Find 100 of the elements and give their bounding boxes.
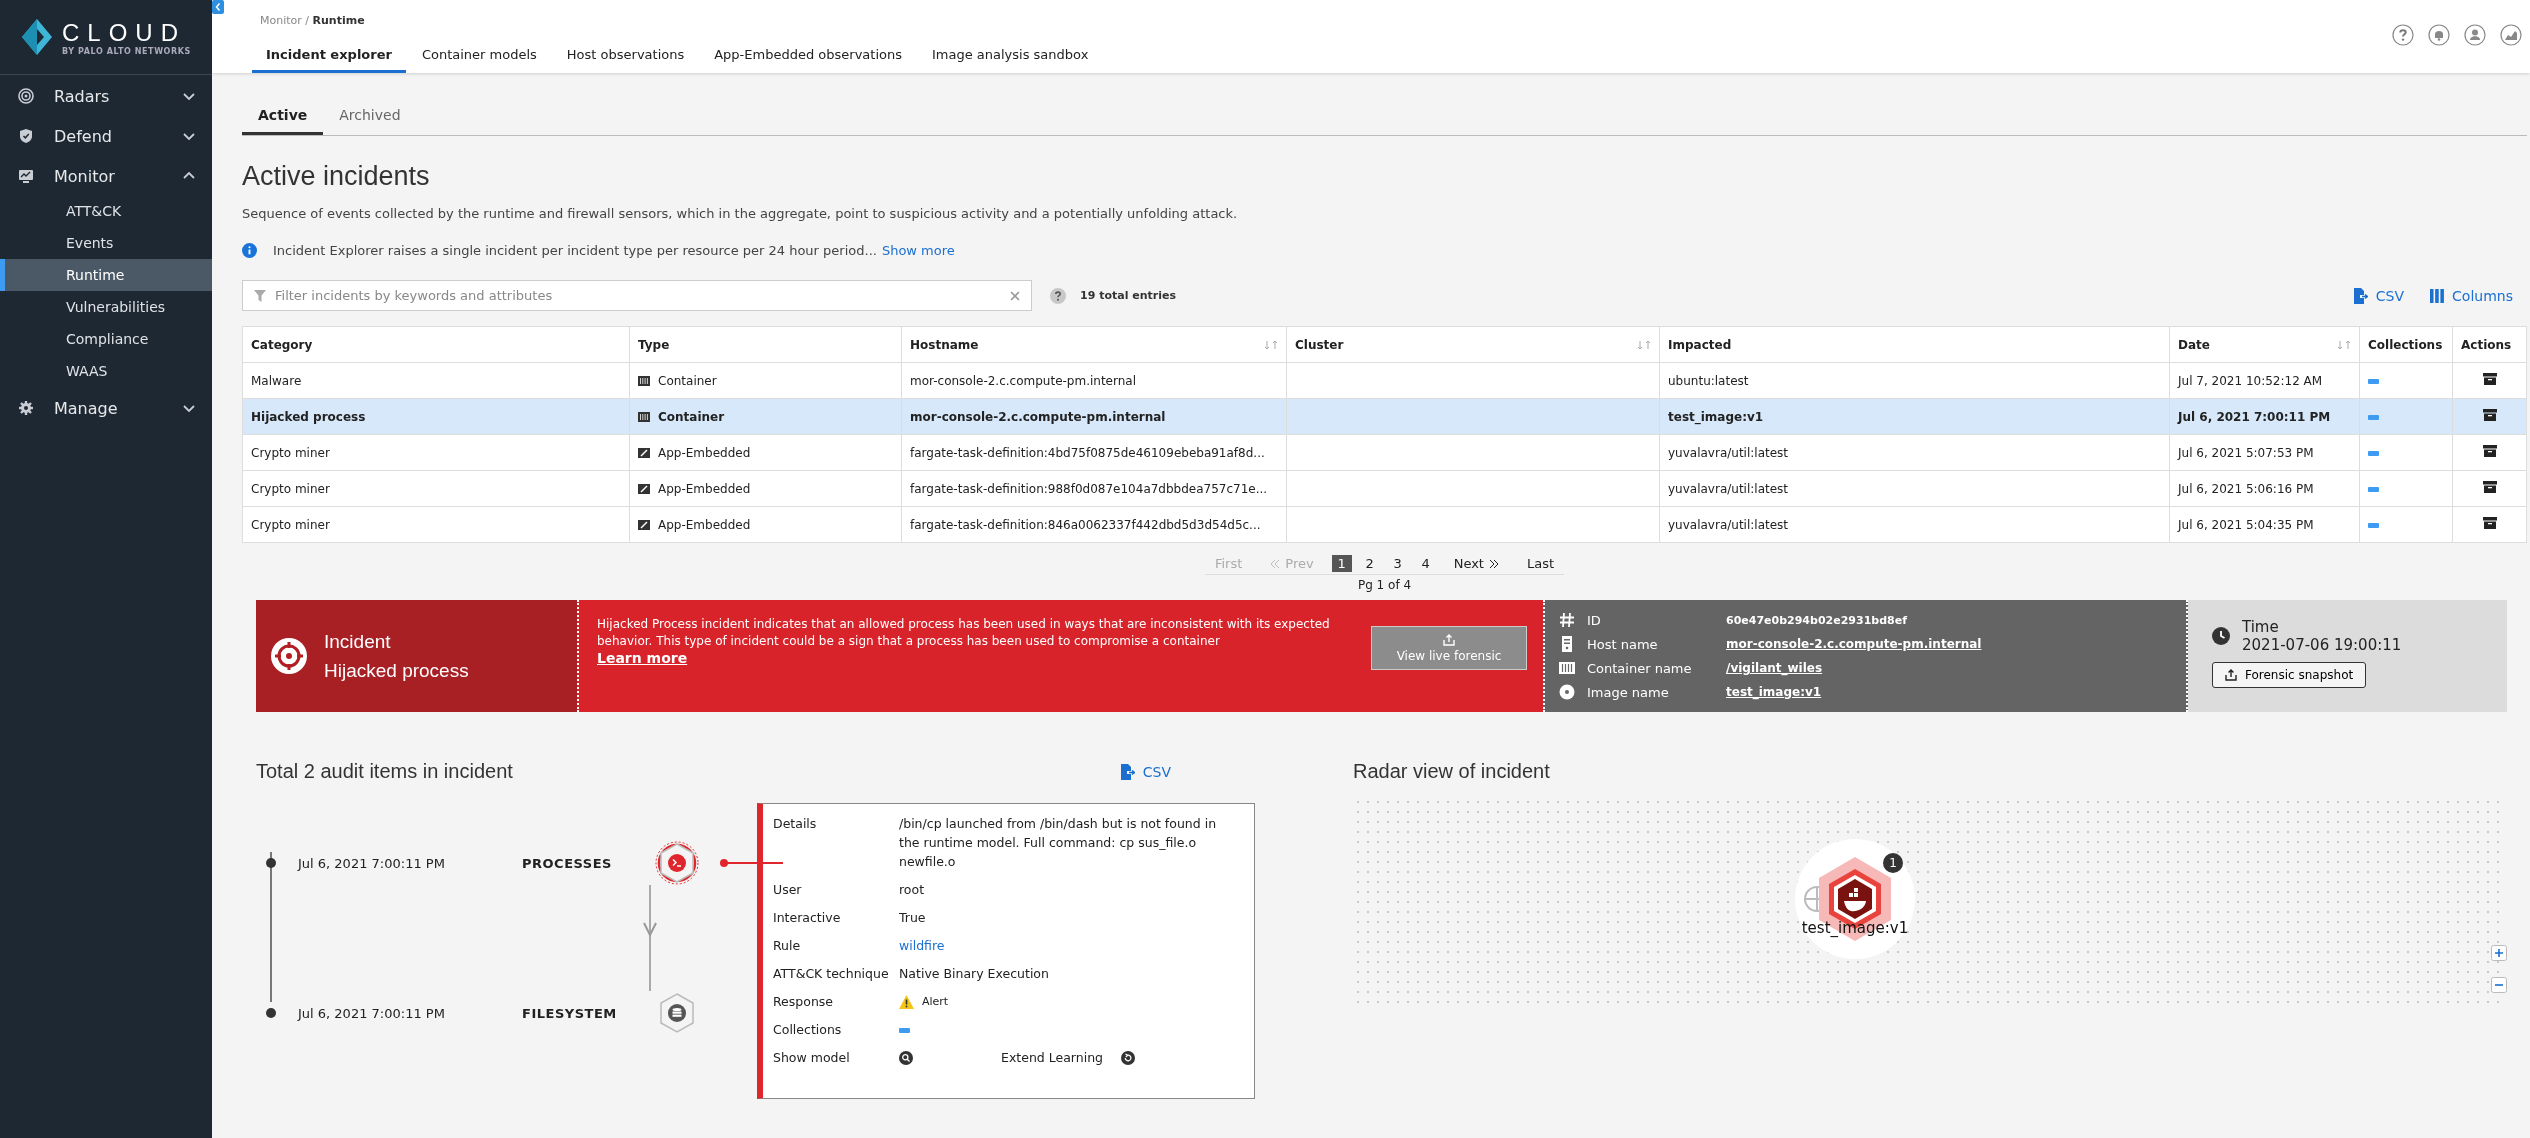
event-time: Jul 6, 2021 7:00:11 PM — [298, 855, 446, 871]
nav-subitem[interactable]: Vulnerabilities — [0, 291, 212, 323]
csv-link[interactable]: CSV — [2353, 287, 2405, 304]
table-cell: Jul 6, 2021 7:00:11 PM — [2169, 398, 2360, 435]
detail-label: Details — [773, 815, 818, 833]
field-value: 60e47e0b294b02e2931bd8ef — [1726, 613, 1907, 627]
column-header: Category — [242, 326, 630, 363]
table-cell: fargate-task-definition:988f0d087e104a7dbbdea757c71e... — [901, 470, 1287, 507]
table-cell: Malware — [242, 362, 630, 399]
page-button[interactable]: 4 — [1415, 555, 1436, 572]
table-cell: Jul 6, 2021 5:07:53 PM — [2169, 434, 2360, 471]
detail-value: /bin/cp launched from /bin/dash but is not found in the runtime model. Full command: cp sus_file.o newfile.o — [899, 816, 1217, 869]
node-label: test_image:v1 — [1800, 919, 1910, 937]
table-row[interactable]: Crypto miner App-Embedded fargate-task-definition:4bd75f0875de46109ebeba91af8d... yuvalavra/util:latest Jul 6, 2021 5:07:53 PM — [242, 434, 2527, 471]
time-value: 2021-07-06 19:00:11 — [2242, 636, 2402, 654]
table-cell: yuvalavra/util:latest — [1659, 434, 2170, 471]
last-button[interactable]: Last — [1516, 556, 1565, 571]
nav-item[interactable]: Monitor — [0, 157, 212, 195]
detail-value: True — [899, 910, 926, 925]
nav-item[interactable]: Radars — [0, 77, 212, 115]
detail-label: Collections — [773, 1021, 843, 1039]
logo-subtitle: BY PALO ALTO NETWORKS — [62, 46, 191, 56]
detail-label: User — [773, 881, 803, 899]
column-header[interactable]: Date — [2169, 326, 2360, 363]
detail-label: Response — [773, 993, 835, 1011]
table-row[interactable]: Crypto miner App-Embedded fargate-task-definition:988f0d087e104a7dbbdea757c71e... yuvalavra/util:latest Jul 6, 2021 5:06:16 PM — [242, 470, 2527, 507]
column-header: Type — [629, 326, 902, 363]
nav-item[interactable]: Defend — [0, 117, 212, 155]
time-label: Time — [2242, 618, 2280, 636]
nav-subitem[interactable]: ATT&CK — [0, 195, 212, 227]
column-header[interactable]: Cluster — [1286, 326, 1660, 363]
field-link[interactable]: test_image:v1 — [1726, 685, 1822, 699]
column-header[interactable]: Hostname — [901, 326, 1287, 363]
table-cell: Crypto miner — [242, 434, 630, 471]
columns-link[interactable]: Columns — [2430, 287, 2513, 304]
nav-subitem[interactable]: Events — [0, 227, 212, 259]
nav-subitem[interactable]: Runtime — [0, 259, 212, 291]
table-cell: ubuntu:latest — [1659, 362, 2170, 399]
table-cell: App-Embedded — [629, 506, 902, 543]
table-cell: Jul 7, 2021 10:52:12 AM — [2169, 362, 2360, 399]
event-time: Jul 6, 2021 7:00:11 PM — [298, 1005, 446, 1021]
forensic-snapshot-button[interactable]: Forensic snapshot — [2212, 662, 2367, 688]
table-cell: Crypto miner — [242, 506, 630, 543]
page-button[interactable]: 3 — [1387, 555, 1408, 572]
section-title: Radar view of incident — [1353, 760, 1551, 783]
tab[interactable]: Incident explorer — [252, 47, 406, 73]
table-cell: yuvalavra/util:latest — [1659, 506, 2170, 543]
table-row[interactable]: Hijacked process Container mor-console-2.c.compute-pm.internal test_image:v1 Jul 6, 2021 7:00:11 PM — [242, 398, 2527, 435]
table-cell: Container — [629, 398, 902, 435]
field-label: ID — [1587, 612, 1602, 628]
table-cell: Jul 6, 2021 5:06:16 PM — [2169, 470, 2360, 507]
notice-text: Incident Explorer raises a single incident per incident type per resource per 24 hour period... — [273, 243, 877, 258]
table-cell: yuvalavra/util:latest — [1659, 470, 2170, 507]
table-cell: App-Embedded — [629, 470, 902, 507]
tab[interactable]: Host observations — [552, 47, 699, 73]
csv-link[interactable]: CSV — [1120, 763, 1171, 780]
tab[interactable]: App-Embedded observations — [700, 47, 916, 73]
entry-count: 19 total entries — [1080, 289, 1176, 302]
detail-label: Interactive — [773, 909, 842, 927]
table-cell: fargate-task-definition:4bd75f0875de46109ebeba91af8d... — [901, 434, 1287, 471]
logo-title: CLOUD — [62, 18, 187, 47]
column-header: Actions — [2452, 326, 2527, 363]
nav-subitem[interactable]: WAAS — [0, 355, 212, 387]
nav-subitem[interactable]: Compliance — [0, 323, 212, 355]
table-cell: fargate-task-definition:846a0062337f442dbd5d3d54d5c... — [901, 506, 1287, 543]
tab[interactable]: Image analysis sandbox — [918, 47, 1103, 73]
show-more-link[interactable]: Show more — [881, 243, 955, 258]
page-button[interactable]: 2 — [1359, 555, 1380, 572]
extend-learning-label: Extend Learning — [1001, 1049, 1103, 1067]
table-cell: Container — [629, 362, 902, 399]
page-title: Active incidents — [242, 161, 431, 192]
rule-link[interactable]: wildfire — [899, 938, 945, 953]
table-cell: Crypto miner — [242, 470, 630, 507]
filter-field[interactable]: Filter incidents by keywords and attributes — [242, 280, 1032, 311]
field-link[interactable]: /vigilant_wiles — [1726, 661, 1823, 675]
table-cell: mor-console-2.c.compute-pm.internal — [901, 398, 1287, 435]
column-header: Impacted — [1659, 326, 2170, 363]
nav-item[interactable]: Manage — [0, 389, 212, 427]
table-cell: Jul 6, 2021 5:04:35 PM — [2169, 506, 2360, 543]
detail-label: Show model — [773, 1049, 851, 1067]
table-cell: mor-console-2.c.compute-pm.internal — [901, 362, 1287, 399]
section-title: Total 2 audit items in incident — [256, 760, 513, 783]
incident-description: Hijacked Process incident indicates that an allowed process has been used in ways that are inconsistent with its expected behavior. This type of incident could be a sign that a process has been used to compromise a container — [597, 616, 1331, 650]
table-row[interactable]: Crypto miner App-Embedded fargate-task-definition:846a0062337f442dbd5d3d54d5c... yuvalavra/util:latest Jul 6, 2021 5:04:35 PM — [242, 506, 2527, 543]
detail-value: root — [899, 882, 925, 897]
tab[interactable]: Active — [242, 107, 324, 135]
page-button[interactable]: 1 — [1331, 555, 1352, 572]
page-summary: Pg 1 of 4 — [1357, 578, 1412, 592]
field-link[interactable]: mor-console-2.c.compute-pm.internal — [1726, 637, 1982, 651]
next-button[interactable]: Next — [1443, 556, 1509, 571]
detail-value: Native Binary Execution — [899, 966, 1049, 981]
learn-more-link[interactable]: Learn more — [597, 650, 688, 666]
field-label: Host name — [1587, 636, 1659, 652]
table-cell: App-Embedded — [629, 434, 902, 471]
column-header: Collections — [2359, 326, 2453, 363]
table-row[interactable]: Malware Container mor-console-2.c.compute-pm.internal ubuntu:latest Jul 7, 2021 10:52:12 AM — [242, 362, 2527, 399]
detail-label: Rule — [773, 937, 802, 955]
breadcrumb: Monitor / Runtime — [260, 13, 366, 27]
tab[interactable]: Archived — [323, 107, 417, 135]
tab[interactable]: Container models — [407, 47, 551, 73]
